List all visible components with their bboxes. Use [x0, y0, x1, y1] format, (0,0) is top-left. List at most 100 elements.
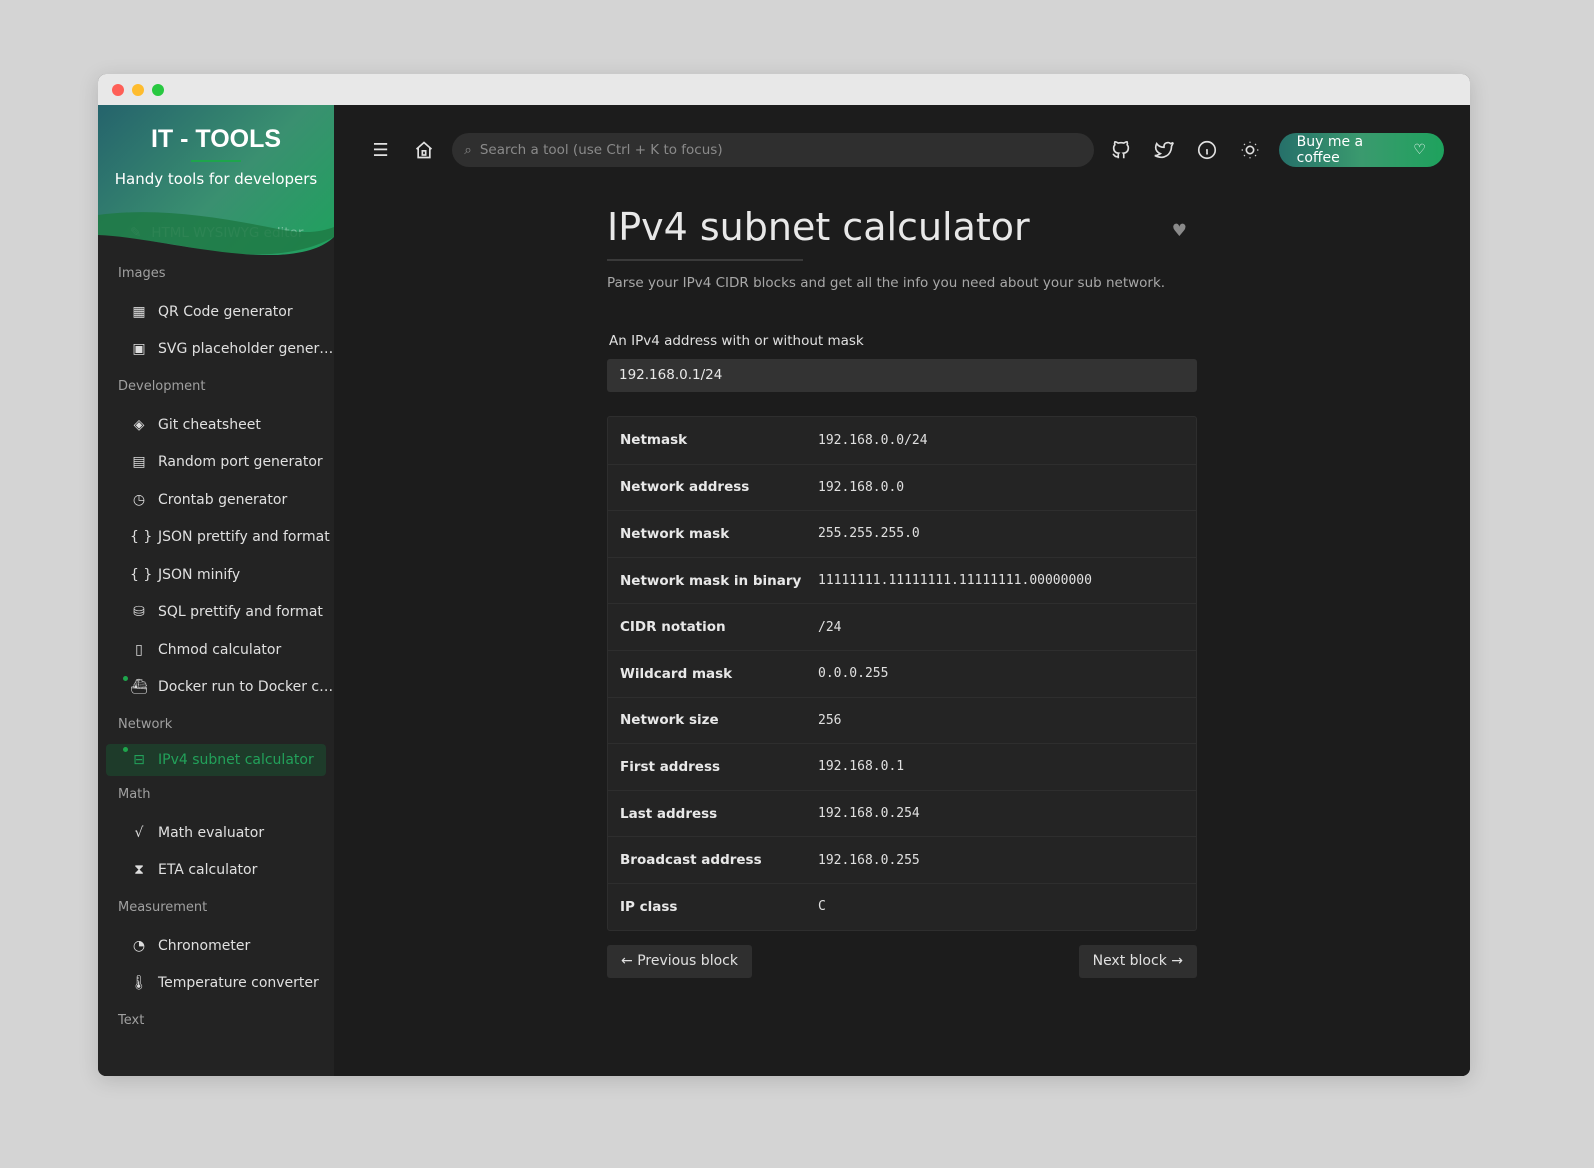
close-window-button[interactable]: [112, 83, 124, 96]
row-label: IP class: [620, 898, 678, 915]
sidebar-item-label: JSON prettify and format: [158, 529, 330, 546]
sidebar-item[interactable]: ⛁ SQL prettify and format: [98, 594, 334, 632]
ip-input[interactable]: 192.168.0.1/24: [607, 359, 1197, 392]
table-row: Wildcard mask 0.0.0.255: [608, 649, 1196, 697]
sidebar-hero[interactable]: IT - TOOLS Handy tools for developers ✎H…: [98, 105, 334, 257]
server-icon: ▤: [132, 454, 146, 471]
sidebar-item-label: ETA calculator: [158, 862, 258, 879]
table-row: Network mask in binary 11111111.11111111.…: [608, 556, 1196, 604]
search-icon: ⌕: [464, 142, 472, 158]
sidebar-nav: Images ▦ QR Code generator ▣ SVG placeholder…: [98, 255, 334, 1040]
arrow-right-icon: →: [1166, 952, 1183, 969]
sidebar-item[interactable]: ⊟ IPv4 subnet calculator: [106, 744, 326, 776]
sidebar-item-label: Docker run to Docker c…: [158, 679, 334, 696]
sidebar-section-title: Measurement: [118, 900, 208, 915]
table-row: First address 192.168.0.1: [608, 743, 1196, 790]
ip-input-label: An IPv4 address with or without mask: [609, 333, 864, 349]
sidebar-item[interactable]: ▯ Chmod calculator: [98, 631, 334, 669]
sidebar-section-title: Math: [118, 787, 151, 802]
table-row: Netmask 192.168.0.0/24: [608, 417, 1196, 464]
docker-icon: ⛴: [130, 679, 148, 696]
row-value[interactable]: 192.168.0.0/24: [818, 433, 928, 448]
wave-decoration: [98, 212, 334, 257]
row-label: Network mask in binary: [620, 572, 802, 589]
row-label: Network address: [620, 479, 750, 496]
search-input[interactable]: ⌕ Search a tool (use Ctrl + K to focus): [452, 133, 1095, 167]
favorite-heart-icon[interactable]: ♥: [1172, 221, 1187, 241]
tool-content: IPv4 subnet calculator ♥ Parse your IPv4…: [607, 205, 1197, 978]
row-value[interactable]: /24: [818, 620, 841, 635]
page-description: Parse your IPv4 CIDR blocks and get all …: [607, 275, 1166, 291]
sidebar-item[interactable]: 🌡 Temperature converter: [98, 965, 334, 1003]
row-label: Last address: [620, 805, 718, 822]
sidebar-item[interactable]: √ Math evaluator: [98, 814, 334, 852]
file-icon: ▯: [135, 641, 143, 658]
sidebar-item[interactable]: ▣ SVG placeholder gener…: [98, 331, 334, 369]
twitter-icon[interactable]: [1147, 133, 1180, 167]
sidebar-item[interactable]: ▤ Random port generator: [98, 444, 334, 482]
main-area: ☰ ⌕ Search a tool (use Ctrl + K to focus)…: [334, 105, 1470, 1076]
sidebar-item-label: Temperature converter: [158, 975, 319, 992]
sidebar-item-label: QR Code generator: [158, 303, 293, 320]
buy-coffee-button[interactable]: Buy me a coffee ♡: [1278, 133, 1444, 167]
thermometer-icon: 🌡: [130, 975, 148, 992]
info-icon[interactable]: [1190, 133, 1223, 167]
table-row: IP class C: [608, 882, 1196, 930]
next-block-button[interactable]: Next block →: [1078, 944, 1197, 978]
sidebar-item[interactable]: ⛴ Docker run to Docker c…: [98, 669, 334, 707]
row-value[interactable]: 192.168.0.254: [818, 806, 920, 821]
row-label: Wildcard mask: [620, 665, 733, 682]
row-label: Network size: [620, 712, 719, 729]
maximize-window-button[interactable]: [152, 83, 164, 96]
row-value[interactable]: 255.255.255.0: [818, 526, 920, 541]
row-value[interactable]: 192.168.0.0: [818, 480, 904, 495]
row-label: First address: [620, 758, 721, 775]
row-value[interactable]: 0.0.0.255: [818, 666, 888, 681]
sidebar-item-label: Crontab generator: [158, 491, 288, 508]
row-value[interactable]: C: [818, 899, 826, 914]
sidebar-item[interactable]: { } JSON minify: [98, 556, 334, 594]
sun-icon[interactable]: [1234, 133, 1267, 167]
sidebar: IT - TOOLS Handy tools for developers ✎H…: [98, 105, 334, 1076]
arrow-left-icon: ←: [621, 952, 638, 969]
table-row: Network address 192.168.0.0: [608, 463, 1196, 511]
sidebar-item-label: JSON minify: [158, 566, 241, 583]
sidebar-item[interactable]: ◈ Git cheatsheet: [98, 406, 334, 444]
table-row: Network size 256: [608, 696, 1196, 744]
table-row: CIDR notation/24: [608, 603, 1196, 650]
sidebar-item-label: IPv4 subnet calculator: [158, 752, 314, 768]
sidebar-section-title: Development: [118, 379, 206, 394]
sqrt-icon: √: [134, 824, 144, 841]
minimize-window-button[interactable]: [132, 83, 144, 96]
hourglass-icon: ⧗: [134, 862, 144, 879]
github-icon[interactable]: [1104, 133, 1137, 167]
menu-icon[interactable]: ☰: [364, 133, 397, 167]
sidebar-item[interactable]: ◔ Chronometer: [98, 927, 334, 965]
row-label: Network mask: [620, 525, 730, 542]
row-value[interactable]: 256: [818, 713, 841, 728]
table-row: Last address 192.168.0.254: [608, 789, 1196, 837]
image-icon: ▣: [132, 341, 146, 358]
row-value[interactable]: 192.168.0.255: [818, 853, 920, 868]
sidebar-section-title: Images: [118, 266, 166, 281]
sidebar-item[interactable]: ⧗ ETA calculator: [98, 852, 334, 890]
braces-icon: { }: [130, 566, 153, 583]
brand-tagline: Handy tools for developers: [114, 170, 318, 188]
row-value[interactable]: 192.168.0.1: [818, 759, 904, 774]
title-bar: [98, 74, 1470, 105]
results-table: Netmask 192.168.0.0/24 Network address 192.…: [607, 416, 1197, 931]
braces-icon: { }: [130, 529, 153, 546]
qr-icon: ▦: [132, 303, 146, 320]
stopwatch-icon: ◔: [132, 937, 146, 954]
sidebar-item[interactable]: ▦ QR Code generator: [98, 293, 334, 331]
sidebar-item[interactable]: ◷ Crontab generator: [98, 481, 334, 519]
router-icon: ⊟: [133, 752, 145, 768]
row-value[interactable]: 11111111.11111111.11111111.00000000: [818, 573, 1092, 588]
heart-icon: ♡: [1413, 142, 1426, 158]
sidebar-item[interactable]: { } JSON prettify and format: [98, 519, 334, 557]
new-badge-dot: [123, 747, 128, 752]
new-badge-dot: [123, 675, 128, 681]
previous-block-button[interactable]: ← Previous block: [607, 944, 752, 978]
top-bar: ☰ ⌕ Search a tool (use Ctrl + K to focus)…: [364, 133, 1444, 167]
home-icon[interactable]: [407, 133, 440, 167]
